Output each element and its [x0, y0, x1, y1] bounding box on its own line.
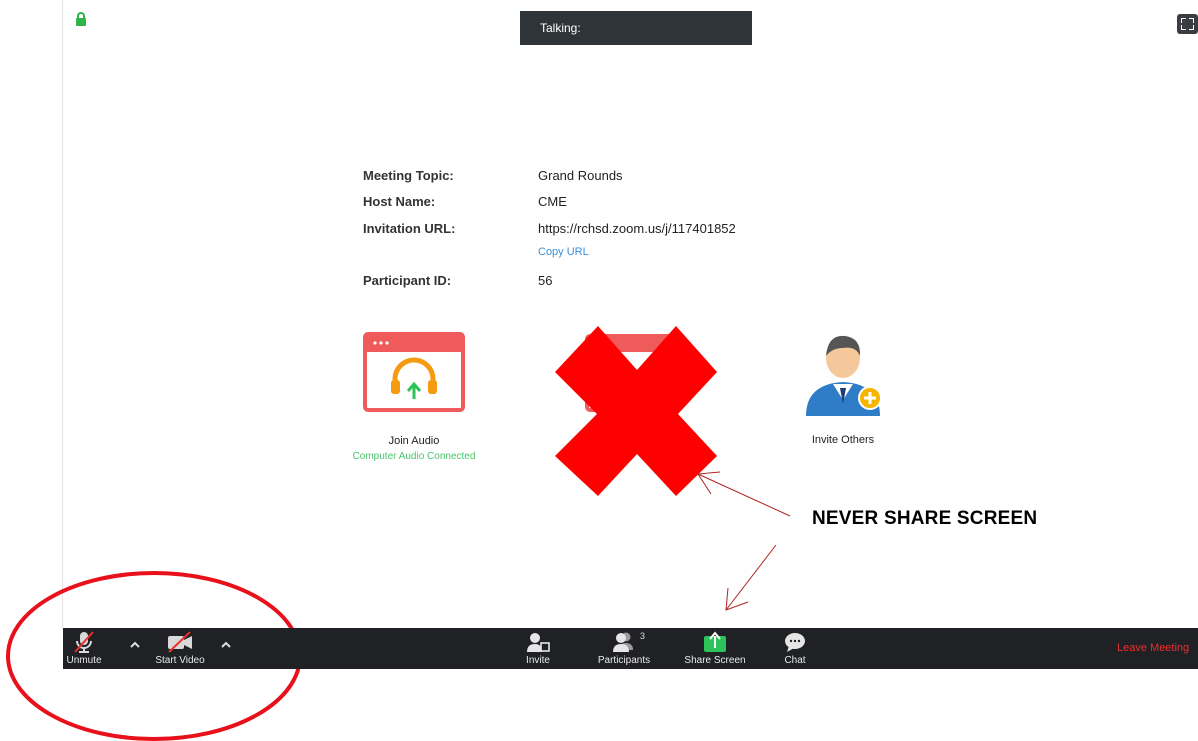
share-screen-tile[interactable]: [575, 333, 685, 416]
talking-label: Talking:: [540, 21, 581, 35]
lock-icon[interactable]: [75, 12, 87, 31]
copy-url-link[interactable]: Copy URL: [538, 246, 589, 258]
chat-button[interactable]: Chat: [775, 628, 815, 669]
share-screen-icon: [585, 334, 677, 412]
participants-icon: [613, 632, 633, 652]
meeting-topic-label: Meeting Topic:: [363, 168, 454, 183]
chevron-up-icon: [130, 641, 140, 648]
host-name-label: Host Name:: [363, 194, 436, 209]
chevron-up-icon: [221, 641, 231, 648]
video-off-icon: [168, 631, 192, 653]
audio-status-text: Computer Audio Connected: [352, 451, 476, 462]
leave-meeting-button[interactable]: Leave Meeting: [1117, 642, 1189, 654]
invite-label: Invite: [526, 655, 550, 666]
host-name-value: CME: [538, 194, 567, 209]
chat-label: Chat: [784, 655, 806, 666]
participants-count: 3: [640, 631, 646, 641]
participants-label: Participants: [597, 655, 651, 666]
join-audio-label: Join Audio: [388, 435, 440, 447]
talking-indicator: Talking:: [520, 11, 752, 45]
fullscreen-icon[interactable]: [1177, 14, 1198, 34]
video-options-caret[interactable]: [219, 638, 233, 652]
arrow-to-share-button: [725, 544, 777, 611]
warning-annotation: NEVER SHARE SCREEN: [812, 508, 1038, 529]
microphone-muted-icon: [74, 631, 94, 653]
share-screen-label: Share Screen: [684, 655, 746, 666]
invite-button[interactable]: Invite: [518, 628, 558, 669]
invite-others-label: Invite Others: [811, 434, 875, 446]
invite-icon: [527, 633, 550, 652]
person-add-icon: [806, 335, 882, 416]
share-screen-icon: [704, 631, 726, 652]
arrow-to-share-tile: [697, 471, 791, 517]
participants-button[interactable]: 3 Participants: [588, 628, 660, 669]
unmute-button[interactable]: Unmute: [63, 628, 105, 669]
invite-others-tile[interactable]: Invite Others: [788, 326, 898, 446]
participant-id-value: 56: [538, 273, 553, 288]
unmute-label: Unmute: [66, 655, 102, 666]
share-screen-button[interactable]: Share Screen: [675, 628, 755, 669]
invitation-url-value: https://rchsd.zoom.us/j/117401852: [538, 221, 736, 236]
start-video-label: Start Video: [155, 655, 205, 666]
start-video-button[interactable]: Start Video: [147, 628, 213, 669]
meeting-topic-value: Grand Rounds: [538, 168, 623, 183]
invitation-url-label: Invitation URL:: [363, 221, 456, 236]
chat-icon: [785, 633, 805, 652]
headphones-icon: [363, 332, 465, 412]
audio-options-caret[interactable]: [128, 638, 142, 652]
participant-id-label: Participant ID:: [363, 273, 452, 288]
join-audio-tile[interactable]: Join Audio Computer Audio Connected: [334, 331, 494, 462]
left-border: [62, 0, 63, 628]
meeting-toolbar: Unmute Start Video Invite 3 Participants: [63, 628, 1198, 669]
